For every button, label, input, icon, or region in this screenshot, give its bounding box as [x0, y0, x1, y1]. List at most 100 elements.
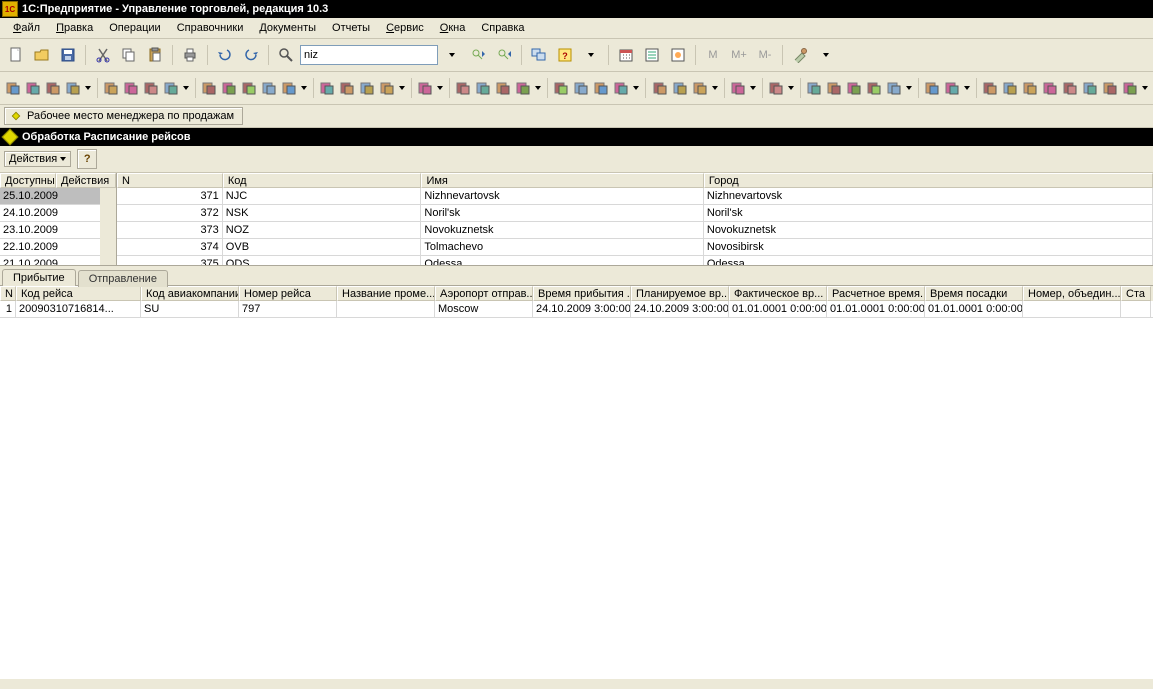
copy-icon[interactable]	[117, 43, 141, 67]
toolbar2-icon[interactable]	[338, 76, 356, 100]
toolbar2-icon[interactable]	[416, 76, 434, 100]
toolbar2-icon[interactable]	[220, 76, 238, 100]
toolbar2-icon[interactable]	[4, 76, 22, 100]
toolbar2-icon[interactable]	[981, 76, 999, 100]
toolbar2-icon[interactable]	[923, 76, 941, 100]
toolbar2-icon[interactable]	[1001, 76, 1019, 100]
toolbar2-icon[interactable]	[943, 76, 961, 100]
dropdown-icon[interactable]	[711, 76, 719, 100]
dropdown-icon[interactable]	[84, 76, 92, 100]
menu-файл[interactable]: Файл	[6, 20, 47, 36]
toolbar2-icon[interactable]	[280, 76, 298, 100]
tab-arrival[interactable]: Прибытие	[2, 269, 76, 286]
toolbar2-icon[interactable]	[514, 76, 532, 100]
scrollbar[interactable]	[100, 188, 116, 265]
dropdown-icon[interactable]	[905, 76, 913, 100]
airports-col-header[interactable]: Имя	[421, 173, 703, 188]
windows-icon[interactable]	[527, 43, 551, 67]
flights-col-header[interactable]: Название проме...	[337, 286, 435, 301]
menu-справка[interactable]: Справка	[474, 20, 531, 36]
toolbar2-icon[interactable]	[767, 76, 785, 100]
help-button[interactable]: ?	[77, 149, 97, 169]
dropdown-icon[interactable]	[787, 76, 795, 100]
flights-col-header[interactable]: Номер, объедин...	[1023, 286, 1121, 301]
menu-отчеты[interactable]: Отчеты	[325, 20, 377, 36]
toolbar2-icon[interactable]	[845, 76, 863, 100]
menu-правка[interactable]: Правка	[49, 20, 100, 36]
new-doc-icon[interactable]	[4, 43, 28, 67]
print-icon[interactable]	[178, 43, 202, 67]
date-row[interactable]: 23.10.2009	[0, 222, 100, 239]
toolbar2-icon[interactable]	[240, 76, 258, 100]
flights-col-header[interactable]: Код рейса	[16, 286, 141, 301]
airports-row[interactable]: 374OVBTolmachevoNovosibirsk	[117, 239, 1153, 256]
tools-icon[interactable]	[788, 43, 812, 67]
search-dropdown-icon[interactable]	[440, 43, 464, 67]
airports-row[interactable]: 372NSKNoril'skNoril'sk	[117, 205, 1153, 222]
dropdown-icon[interactable]	[398, 76, 406, 100]
airports-col-header[interactable]: Город	[704, 173, 1153, 188]
airports-col-header[interactable]: N	[117, 173, 223, 188]
toolbar2-icon[interactable]	[671, 76, 689, 100]
toolbar2-icon[interactable]	[552, 76, 570, 100]
dates-col-header[interactable]: Доступны	[0, 173, 56, 188]
menu-окна[interactable]: Окна	[433, 20, 473, 36]
toolbar2-icon[interactable]	[142, 76, 160, 100]
calendar-icon[interactable]	[614, 43, 638, 67]
menu-справочники[interactable]: Справочники	[170, 20, 251, 36]
dropdown-icon[interactable]	[579, 43, 603, 67]
dropdown-icon[interactable]	[436, 76, 444, 100]
toolbar2-icon[interactable]	[24, 76, 42, 100]
toolbar2-icon[interactable]	[1081, 76, 1099, 100]
dropdown-icon[interactable]	[749, 76, 757, 100]
flights-col-header[interactable]: Время прибытия ...	[533, 286, 631, 301]
settings-icon[interactable]	[666, 43, 690, 67]
find-icon[interactable]	[274, 43, 298, 67]
flights-col-header[interactable]: Код авиакомпании	[141, 286, 239, 301]
flights-col-header[interactable]: Аэропорт отправ...	[435, 286, 533, 301]
toolbar2-icon[interactable]	[1061, 76, 1079, 100]
toolbar2-icon[interactable]	[805, 76, 823, 100]
flights-col-header[interactable]: Ста	[1121, 286, 1151, 301]
save-icon[interactable]	[56, 43, 80, 67]
toolbar2-icon[interactable]	[200, 76, 218, 100]
toolbar2-icon[interactable]	[865, 76, 883, 100]
toolbar2-icon[interactable]	[572, 76, 590, 100]
toolbar2-icon[interactable]	[44, 76, 62, 100]
todo-icon[interactable]	[640, 43, 664, 67]
toolbar2-icon[interactable]	[260, 76, 278, 100]
flights-col-header[interactable]: Планируемое вр...	[631, 286, 729, 301]
airports-col-header[interactable]: Код	[223, 173, 422, 188]
dropdown-icon[interactable]	[534, 76, 542, 100]
flights-col-header[interactable]: Фактическое вр...	[729, 286, 827, 301]
toolbar2-icon[interactable]	[1041, 76, 1059, 100]
toolbar2-icon[interactable]	[592, 76, 610, 100]
date-row[interactable]: 25.10.2009	[0, 188, 100, 205]
flights-row[interactable]: 120090310716814...SU797Moscow24.10.2009 …	[0, 301, 1153, 318]
dropdown-icon[interactable]	[300, 76, 308, 100]
date-row[interactable]: 22.10.2009	[0, 239, 100, 256]
flights-body[interactable]: 120090310716814...SU797Moscow24.10.2009 …	[0, 301, 1153, 679]
airports-row[interactable]: 371NJCNizhnevartovskNizhnevartovsk	[117, 188, 1153, 205]
subwindow-tab-manager[interactable]: Рабочее место менеджера по продажам	[4, 107, 243, 125]
airports-row[interactable]: 375ODSOdessaOdessa	[117, 256, 1153, 265]
dropdown-icon[interactable]	[963, 76, 971, 100]
toolbar2-icon[interactable]	[1121, 76, 1139, 100]
toolbar2-icon[interactable]	[494, 76, 512, 100]
redo-icon[interactable]	[239, 43, 263, 67]
dropdown-icon[interactable]	[814, 43, 838, 67]
menu-документы[interactable]: Документы	[252, 20, 323, 36]
toolbar2-icon[interactable]	[454, 76, 472, 100]
toolbar2-icon[interactable]	[651, 76, 669, 100]
toolbar2-icon[interactable]	[729, 76, 747, 100]
flights-col-header[interactable]: Расчетное время...	[827, 286, 925, 301]
flights-col-header[interactable]: N	[0, 286, 16, 301]
find-prev-icon[interactable]	[466, 43, 490, 67]
find-next-icon[interactable]	[492, 43, 516, 67]
toolbar2-icon[interactable]	[122, 76, 140, 100]
date-row[interactable]: 24.10.2009	[0, 205, 100, 222]
actions-dropdown[interactable]: Действия	[4, 151, 71, 167]
open-icon[interactable]	[30, 43, 54, 67]
toolbar2-icon[interactable]	[1021, 76, 1039, 100]
toolbar2-icon[interactable]	[378, 76, 396, 100]
